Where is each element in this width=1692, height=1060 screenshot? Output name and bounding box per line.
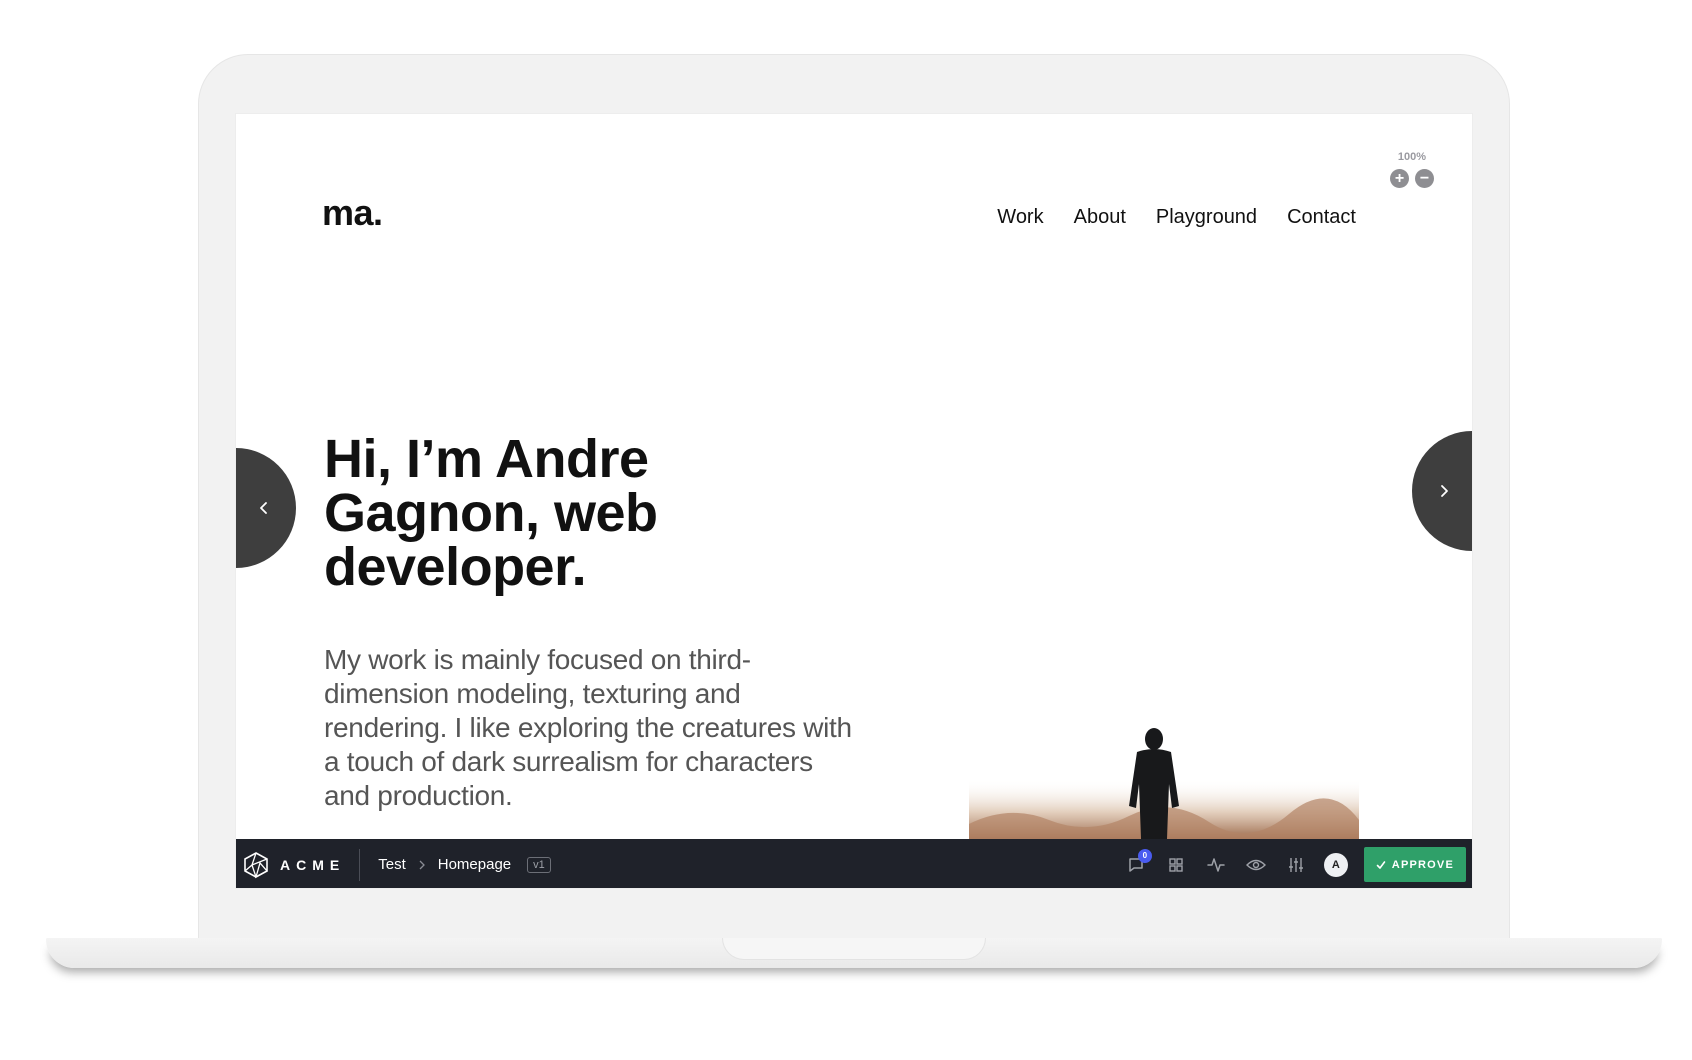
acme-logo[interactable]: ACME <box>242 851 345 879</box>
site-logo[interactable]: ma. <box>322 192 383 234</box>
version-badge[interactable]: v1 <box>527 856 551 873</box>
zoom-buttons: + − <box>1386 169 1438 188</box>
review-toolbar: ACME Test Homepage v1 0 A APPROVE <box>236 839 1472 888</box>
hero-image <box>969 728 1359 839</box>
grid-icon <box>1169 857 1183 872</box>
comment-count-badge: 0 <box>1137 848 1152 863</box>
preview-button[interactable] <box>1236 845 1276 885</box>
comments-button[interactable]: 0 <box>1116 845 1156 885</box>
grid-view-button[interactable] <box>1156 845 1196 885</box>
acme-brand-text: ACME <box>280 856 346 873</box>
zoom-in-button[interactable]: + <box>1390 169 1409 188</box>
laptop-notch <box>722 938 986 960</box>
breadcrumb-project[interactable]: Test <box>378 856 406 873</box>
chevron-right-icon <box>419 860 425 869</box>
zoom-control: 100% + − <box>1386 151 1438 188</box>
toolbar-actions: 0 A APPROVE <box>1116 845 1472 885</box>
hero-title: Hi, I’m Andre Gagnon, web developer. <box>324 429 658 597</box>
approve-label: APPROVE <box>1391 858 1454 871</box>
eye-icon <box>1245 859 1266 870</box>
activity-button[interactable] <box>1196 845 1236 885</box>
zoom-out-button[interactable]: − <box>1415 169 1434 188</box>
hero-description: My work is mainly focused on third-dimen… <box>324 644 852 811</box>
slider-next-button[interactable] <box>1412 431 1472 551</box>
chevron-right-icon <box>1441 485 1448 497</box>
toolbar-divider <box>359 848 361 881</box>
nav-work[interactable]: Work <box>997 206 1043 229</box>
nav-contact[interactable]: Contact <box>1287 206 1356 229</box>
user-avatar[interactable]: A <box>1323 852 1348 877</box>
check-icon <box>1376 860 1386 869</box>
breadcrumb-page[interactable]: Homepage <box>438 856 511 873</box>
approve-button[interactable]: APPROVE <box>1363 847 1466 882</box>
sliders-icon <box>1288 857 1303 872</box>
settings-button[interactable] <box>1276 845 1316 885</box>
nav-about[interactable]: About <box>1074 206 1126 229</box>
chevron-left-icon <box>260 502 267 514</box>
screen: ma. Work About Playground Contact 100% +… <box>235 113 1473 889</box>
zoom-level: 100% <box>1397 151 1427 163</box>
slider-prev-button[interactable] <box>236 448 296 568</box>
main-nav: Work About Playground Contact <box>997 206 1356 229</box>
activity-icon <box>1207 857 1225 872</box>
acme-logo-icon <box>244 851 269 878</box>
breadcrumb-separator <box>418 860 426 870</box>
nav-playground[interactable]: Playground <box>1156 206 1257 229</box>
